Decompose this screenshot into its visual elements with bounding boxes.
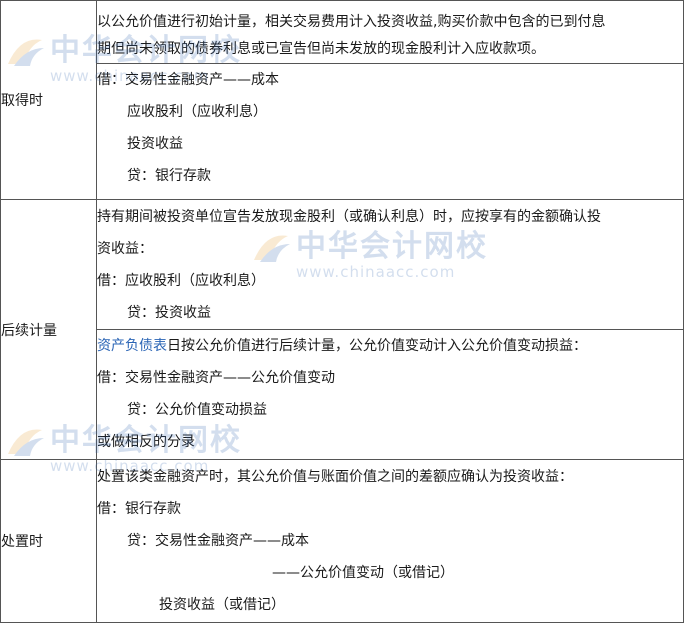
disposal-line-2: 借：银行存款: [97, 501, 181, 517]
table-row-disposal: 处置时 处置该类金融资产时，其公允价值与账面价值之间的差额应确认为投资收益： 借…: [0, 459, 684, 623]
acquire-line-6: 贷：银行存款: [127, 167, 211, 184]
accounting-table: 取得时 以公允价值进行初始计量，相关交易费用计入投资收益,购买价款中包含的已到付…: [0, 0, 684, 623]
subsequent-line-7: 贷：公允价值变动损益: [127, 402, 267, 418]
row-label-disposal: 处置时: [0, 459, 97, 623]
table-row-acquire: 取得时 以公允价值进行初始计量，相关交易费用计入投资收益,购买价款中包含的已到付…: [0, 0, 684, 200]
acquire-line-4: 应收股利（应收利息）: [127, 103, 267, 120]
row-label-subsequent: 后续计量: [0, 199, 97, 460]
subsequent-line-4: 贷：投资收益: [127, 305, 211, 321]
row-content-disposal: 处置该类金融资产时，其公允价值与账面价值之间的差额应确认为投资收益： 借：银行存…: [96, 459, 684, 623]
disposal-line-1: 处置该类金融资产时，其公允价值与账面价值之间的差额应确认为投资收益：: [97, 469, 573, 485]
acquire-line-1: 以公允价值进行初始计量，相关交易费用计入投资收益,购买价款中包含的已到付息: [97, 13, 606, 30]
disposal-line-3: 贷：交易性金融资产——成本: [127, 533, 309, 549]
acquire-line-2: 期但尚未领取的债券利息或已宣告但尚未发放的现金股利计入应收款项。: [97, 36, 683, 64]
row-label-acquire: 取得时: [0, 0, 97, 200]
acquire-line-5: 投资收益: [127, 135, 183, 152]
subsequent-line-2: 资收益：: [97, 241, 153, 257]
table-row-subsequent: 后续计量 持有期间被投资单位宣告发放现金股利（或确认利息）时，应按享有的金额确认…: [0, 199, 684, 460]
row-content-acquire: 以公允价值进行初始计量，相关交易费用计入投资收益,购买价款中包含的已到付息 期但…: [96, 0, 684, 200]
acquire-line-3: 借：交易性金融资产——成本: [97, 71, 279, 88]
subsequent-line-3: 借：应收股利（应收利息）: [97, 273, 265, 289]
subsequent-line-8: 或做相反的分录: [97, 434, 195, 450]
subsequent-line-1: 持有期间被投资单位宣告发放现金股利（或确认利息）时，应按享有的金额确认投: [97, 209, 601, 225]
subsequent-line-5-rest: 日按公允价值进行后续计量，公允价值变动计入公允价值变动损益：: [167, 338, 587, 354]
subsequent-block-2: 资产负债表日按公允价值进行后续计量，公允价值变动计入公允价值变动损益： 借：交易…: [97, 330, 683, 458]
disposal-line-4: ——公允价值变动（或借记）: [272, 565, 454, 581]
disposal-line-5: 投资收益（或借记）: [159, 597, 285, 613]
subsequent-block-1: 持有期间被投资单位宣告发放现金股利（或确认利息）时，应按享有的金额确认投 资收益…: [97, 201, 683, 330]
row-content-subsequent: 持有期间被投资单位宣告发放现金股利（或确认利息）时，应按享有的金额确认投 资收益…: [96, 199, 684, 460]
balance-sheet-link[interactable]: 资产负债表: [97, 338, 167, 354]
subsequent-line-5: 资产负债表日按公允价值进行后续计量，公允价值变动计入公允价值变动损益：: [97, 330, 683, 362]
subsequent-line-6: 借：交易性金融资产——公允价值变动: [97, 370, 335, 386]
